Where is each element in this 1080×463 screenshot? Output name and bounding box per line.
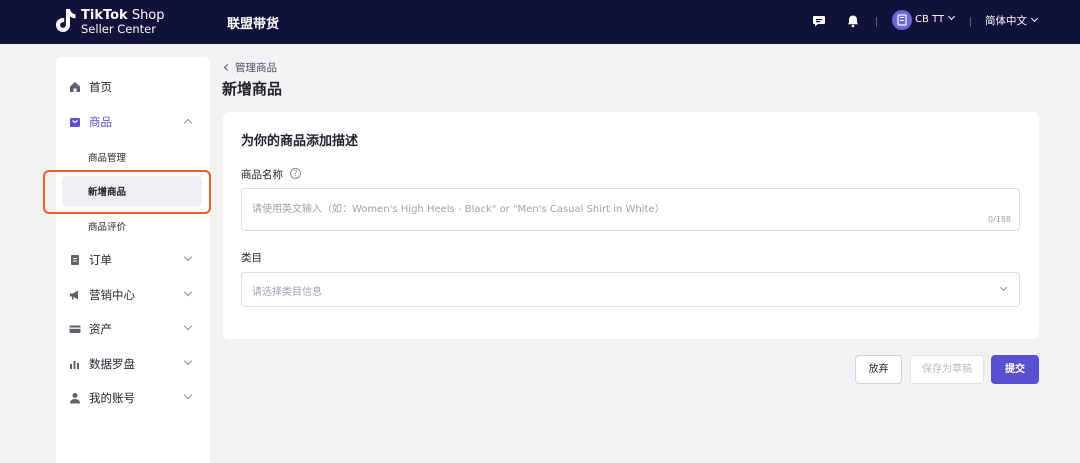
sidebar-item-label: 订单 xyxy=(89,253,112,267)
top-navigation-bar: TikTok Shop Seller Center 联盟带货 CB TT 简体中… xyxy=(0,0,1080,44)
home-icon xyxy=(70,82,80,92)
sidebar-item-label: 首页 xyxy=(89,80,112,94)
sidebar-subitem-label: 商品评价 xyxy=(88,222,127,233)
chevron-down-icon xyxy=(183,390,193,400)
product-name-label: 商品名称 xyxy=(241,169,283,181)
bell-icon[interactable] xyxy=(846,14,860,28)
tiktok-logo-icon xyxy=(56,9,76,32)
chevron-left-icon xyxy=(223,63,232,72)
user-icon xyxy=(70,393,80,404)
logo-subtitle: Seller Center xyxy=(81,22,156,36)
chevron-down-icon xyxy=(183,252,193,262)
sidebar-item-orders[interactable]: 订单 xyxy=(56,245,210,275)
help-icon[interactable]: ? xyxy=(290,168,301,179)
highlight-annotation xyxy=(43,170,211,214)
sidebar-item-label: 我的账号 xyxy=(89,391,135,405)
order-icon xyxy=(71,255,79,265)
sidebar-subitem-product-reviews[interactable]: 商品评价 xyxy=(62,211,202,241)
sidebar: 首页 商品 商品管理 新增商品 商品评价 订单 营销中心 资产 数据罗盘 我的账… xyxy=(56,57,210,463)
product-name-input[interactable]: 请使用英文输入（如：Women's High Heels - Black" or… xyxy=(241,188,1020,231)
category-label: 类目 xyxy=(241,252,262,264)
module-title[interactable]: 联盟带货 xyxy=(227,13,279,32)
category-select[interactable]: 请选择类目信息 xyxy=(241,272,1020,307)
megaphone-icon xyxy=(70,290,78,300)
page-title: 新增商品 xyxy=(222,80,283,98)
chart-icon xyxy=(70,361,79,369)
sidebar-subitem-label: 商品管理 xyxy=(88,153,127,164)
card-icon xyxy=(69,325,81,333)
product-name-placeholder: 请使用英文输入（如：Women's High Heels - Black" or… xyxy=(252,204,665,215)
sidebar-item-marketing[interactable]: 营销中心 xyxy=(56,280,210,310)
submit-button[interactable]: 提交 xyxy=(991,355,1039,384)
category-placeholder: 请选择类目信息 xyxy=(252,287,322,298)
chevron-down-icon xyxy=(999,283,1008,292)
sidebar-item-data-compass[interactable]: 数据罗盘 xyxy=(56,349,210,379)
account-menu[interactable]: CB TT xyxy=(915,12,956,25)
chevron-down-icon xyxy=(1030,14,1039,23)
sidebar-item-label: 资产 xyxy=(89,322,112,336)
divider xyxy=(876,17,877,27)
sidebar-item-products[interactable]: 商品 xyxy=(56,107,210,137)
sidebar-subitem-manage-products[interactable]: 商品管理 xyxy=(62,142,202,172)
product-icon xyxy=(70,118,80,127)
sidebar-item-home[interactable]: 首页 xyxy=(56,72,210,102)
message-icon[interactable] xyxy=(812,14,826,28)
store-icon xyxy=(897,14,907,26)
sidebar-item-label: 数据罗盘 xyxy=(89,357,135,371)
chevron-down-icon xyxy=(183,356,193,366)
tiktok-shop-logo[interactable]: TikTok Shop Seller Center xyxy=(55,7,165,37)
chevron-down-icon xyxy=(183,321,193,331)
language-selector[interactable]: 简体中文 xyxy=(985,13,1039,28)
card-title: 为你的商品添加描述 xyxy=(241,134,359,149)
sidebar-item-my-account[interactable]: 我的账号 xyxy=(56,383,210,413)
sidebar-item-label: 商品 xyxy=(89,115,112,129)
discard-button[interactable]: 放弃 xyxy=(855,355,902,384)
chevron-up-icon xyxy=(183,118,193,128)
avatar[interactable] xyxy=(892,10,912,30)
sidebar-item-label: 营销中心 xyxy=(89,288,135,302)
logo-title: TikTok Shop xyxy=(81,8,165,23)
divider xyxy=(970,17,971,27)
product-description-card: 为你的商品添加描述 商品名称 ? 请使用英文输入（如：Women's High … xyxy=(223,112,1039,339)
breadcrumb[interactable]: 管理商品 xyxy=(223,60,277,75)
save-draft-button[interactable]: 保存为草稿 xyxy=(910,355,984,384)
chevron-down-icon xyxy=(948,12,956,21)
sidebar-item-assets[interactable]: 资产 xyxy=(56,314,210,344)
character-count: 0/188 xyxy=(987,215,1011,224)
chevron-down-icon xyxy=(183,287,193,297)
